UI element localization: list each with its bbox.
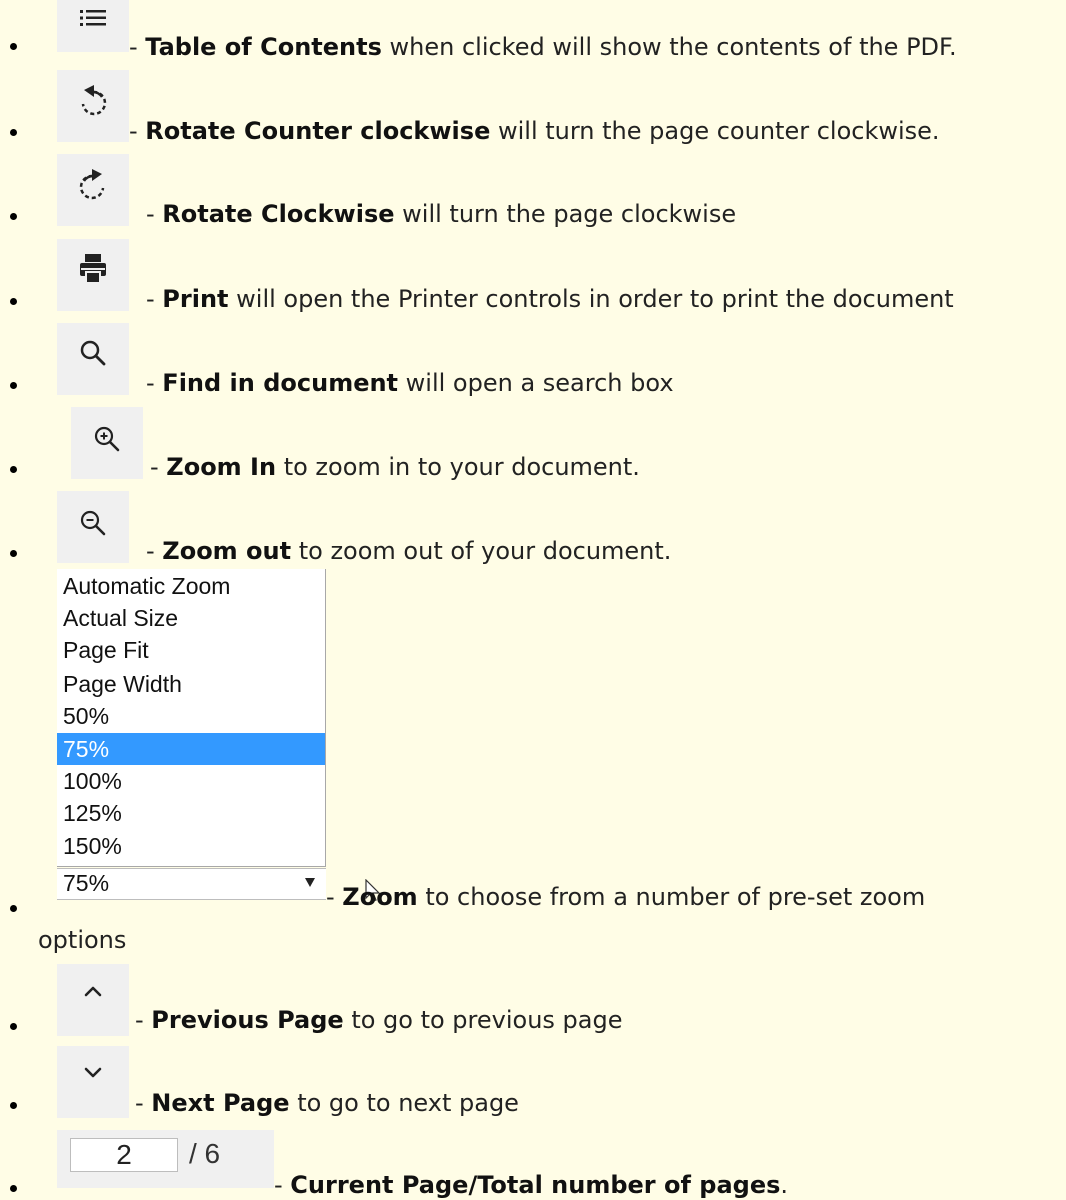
chevron-down-icon xyxy=(84,1067,102,1078)
item-title: Current Page/Total number of pages xyxy=(290,1171,781,1199)
zoom-option[interactable]: 150% xyxy=(57,830,325,862)
zoom-out-button[interactable] xyxy=(57,491,129,563)
find-button[interactable] xyxy=(57,323,129,395)
total-pages-label: / 6 xyxy=(189,1138,221,1169)
rotate-clockwise-icon xyxy=(79,169,105,200)
item-description: - Table of Contents when clicked will sh… xyxy=(129,33,957,61)
item-title: Previous Page xyxy=(151,1006,344,1034)
item-description: - Previous Page to go to previous page xyxy=(135,1006,623,1034)
bullet xyxy=(10,298,17,305)
previous-page-button[interactable] xyxy=(57,964,129,1036)
item-title: Rotate Counter clockwise xyxy=(145,117,491,145)
zoom-option[interactable]: Page Width xyxy=(57,668,325,700)
bullet xyxy=(10,466,17,473)
bullet xyxy=(10,1185,17,1192)
zoom-option-selected[interactable]: 75% xyxy=(57,733,325,765)
item-description: - Zoom out to zoom out of your document. xyxy=(146,537,672,565)
next-page-button[interactable] xyxy=(57,1046,129,1118)
bullet xyxy=(10,129,17,136)
rotate-counterclockwise-icon xyxy=(81,85,107,116)
current-page-input[interactable]: 2 xyxy=(70,1138,178,1172)
chevron-up-icon xyxy=(84,986,102,997)
zoom-option[interactable]: 100% xyxy=(57,765,325,797)
item-title: Next Page xyxy=(151,1089,290,1117)
item-description: - Zoom to choose from a number of pre-se… xyxy=(326,883,926,911)
zoom-out-icon xyxy=(80,510,106,536)
item-description: - Print will open the Printer controls i… xyxy=(146,285,954,313)
item-title: Print xyxy=(162,285,229,313)
zoom-select-value: 75% xyxy=(63,870,110,896)
item-title: Zoom out xyxy=(162,537,292,565)
chevron-down-icon xyxy=(305,878,315,887)
search-icon xyxy=(80,340,106,366)
bullet xyxy=(10,905,17,912)
zoom-options-list[interactable]: Automatic Zoom Actual Size Page Fit Page… xyxy=(57,569,326,867)
zoom-option[interactable]: Actual Size xyxy=(57,602,325,634)
item-description: - Rotate Counter clockwise will turn the… xyxy=(129,117,940,145)
item-description: - Find in document will open a search bo… xyxy=(146,369,674,397)
bullet xyxy=(10,382,17,389)
item-title: Zoom In xyxy=(166,453,277,481)
list-icon xyxy=(80,10,106,26)
item-title: Zoom xyxy=(342,883,418,911)
bullet xyxy=(10,550,17,557)
zoom-option[interactable]: Page Fit xyxy=(57,634,325,666)
bullet xyxy=(10,1023,17,1030)
print-button[interactable] xyxy=(57,239,129,311)
table-of-contents-button[interactable] xyxy=(57,0,129,52)
item-description-continued: options xyxy=(38,926,127,954)
zoom-in-icon xyxy=(94,426,120,452)
item-description: - Current Page/Total number of pages. xyxy=(274,1171,789,1199)
bullet xyxy=(10,213,17,220)
zoom-option[interactable]: 125% xyxy=(57,797,325,829)
rotate-counterclockwise-button[interactable] xyxy=(57,70,129,142)
item-title: Rotate Clockwise xyxy=(162,200,395,228)
item-title: Find in document xyxy=(162,369,399,397)
bullet xyxy=(10,43,17,50)
zoom-option[interactable]: 50% xyxy=(57,700,325,732)
item-description: - Rotate Clockwise will turn the page cl… xyxy=(146,200,737,228)
rotate-clockwise-button[interactable] xyxy=(57,154,129,226)
zoom-option[interactable]: Automatic Zoom xyxy=(57,570,325,602)
bullet xyxy=(10,1102,17,1109)
zoom-select[interactable]: 75% xyxy=(57,868,381,902)
zoom-in-button[interactable] xyxy=(71,407,143,479)
page-number-box: 2 / 6 xyxy=(57,1130,274,1188)
item-description: - Next Page to go to next page xyxy=(135,1089,519,1117)
item-title: Table of Contents xyxy=(145,33,382,61)
printer-icon xyxy=(80,254,106,284)
item-description: - Zoom In to zoom in to your document. xyxy=(150,453,640,481)
